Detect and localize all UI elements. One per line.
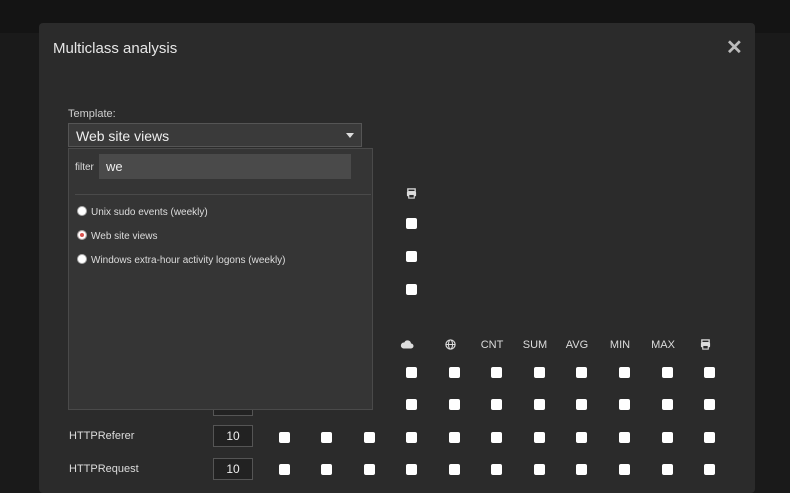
globe-icon <box>430 339 470 353</box>
checkbox[interactable] <box>449 432 460 443</box>
dropdown-divider <box>75 194 371 195</box>
checkbox[interactable] <box>576 399 587 410</box>
print-icon <box>391 188 431 202</box>
caret-down-icon <box>346 133 354 138</box>
checkbox[interactable] <box>619 367 630 378</box>
checkbox[interactable] <box>406 367 417 378</box>
modal-title: Multiclass analysis <box>53 40 178 57</box>
checkbox[interactable] <box>534 432 545 443</box>
print-icon <box>685 339 725 353</box>
checkbox[interactable] <box>449 464 460 475</box>
template-selected-value: Web site views <box>76 128 170 144</box>
row-label-httprequest: HTTPRequest <box>69 463 139 475</box>
checkbox[interactable] <box>534 399 545 410</box>
checkbox[interactable] <box>321 432 332 443</box>
checkbox[interactable] <box>619 464 630 475</box>
checkbox[interactable] <box>279 464 290 475</box>
radio-button[interactable] <box>77 254 87 265</box>
filter-label: filter <box>75 162 94 173</box>
header-max: MAX <box>651 339 675 351</box>
filter-input[interactable] <box>99 154 351 179</box>
cloud-icon <box>387 339 427 352</box>
header-min: MIN <box>609 339 631 351</box>
radio-button-selected[interactable] <box>77 230 87 241</box>
checkbox[interactable] <box>406 251 417 262</box>
checkbox[interactable] <box>662 399 673 410</box>
checkbox[interactable] <box>619 399 630 410</box>
checkbox[interactable] <box>491 432 502 443</box>
option-windows-extra-hour[interactable]: Windows extra-hour activity logons (week… <box>77 254 286 267</box>
checkbox[interactable] <box>576 367 587 378</box>
checkbox[interactable] <box>449 367 460 378</box>
checkbox[interactable] <box>576 464 587 475</box>
number-input-httpreferer[interactable]: 10 <box>213 425 253 447</box>
template-select[interactable]: Web site views <box>68 123 362 147</box>
checkbox[interactable] <box>704 464 715 475</box>
header-sum: SUM <box>522 339 548 351</box>
checkbox[interactable] <box>534 367 545 378</box>
checkbox[interactable] <box>406 284 417 295</box>
template-label: Template: <box>68 108 116 120</box>
checkbox[interactable] <box>491 464 502 475</box>
checkbox[interactable] <box>406 464 417 475</box>
checkbox[interactable] <box>406 399 417 410</box>
template-dropdown: filter Unix sudo events (weekly) Web sit… <box>68 148 373 410</box>
checkbox[interactable] <box>449 399 460 410</box>
checkbox[interactable] <box>662 432 673 443</box>
checkbox[interactable] <box>704 399 715 410</box>
checkbox[interactable] <box>321 464 332 475</box>
close-icon[interactable]: ✕ <box>726 38 743 58</box>
checkbox[interactable] <box>491 399 502 410</box>
option-web-site-views[interactable]: Web site views <box>77 230 158 243</box>
checkbox[interactable] <box>662 464 673 475</box>
checkbox[interactable] <box>534 464 545 475</box>
number-input-httprequest[interactable]: 10 <box>213 458 253 480</box>
checkbox[interactable] <box>491 367 502 378</box>
checkbox[interactable] <box>704 432 715 443</box>
checkbox[interactable] <box>662 367 673 378</box>
option-unix-sudo-events[interactable]: Unix sudo events (weekly) <box>77 206 208 219</box>
checkbox[interactable] <box>704 367 715 378</box>
radio-button[interactable] <box>77 206 87 217</box>
option-label: Web site views <box>91 231 158 242</box>
checkbox[interactable] <box>576 432 587 443</box>
row-label-httpreferer: HTTPReferer <box>69 430 135 442</box>
header-cnt: CNT <box>480 339 504 351</box>
option-label: Unix sudo events (weekly) <box>91 207 208 218</box>
checkbox[interactable] <box>619 432 630 443</box>
option-label: Windows extra-hour activity logons (week… <box>91 255 286 266</box>
checkbox[interactable] <box>279 432 290 443</box>
checkbox[interactable] <box>364 432 375 443</box>
checkbox[interactable] <box>406 432 417 443</box>
header-avg: AVG <box>565 339 589 351</box>
checkbox[interactable] <box>364 464 375 475</box>
checkbox[interactable] <box>406 218 417 229</box>
